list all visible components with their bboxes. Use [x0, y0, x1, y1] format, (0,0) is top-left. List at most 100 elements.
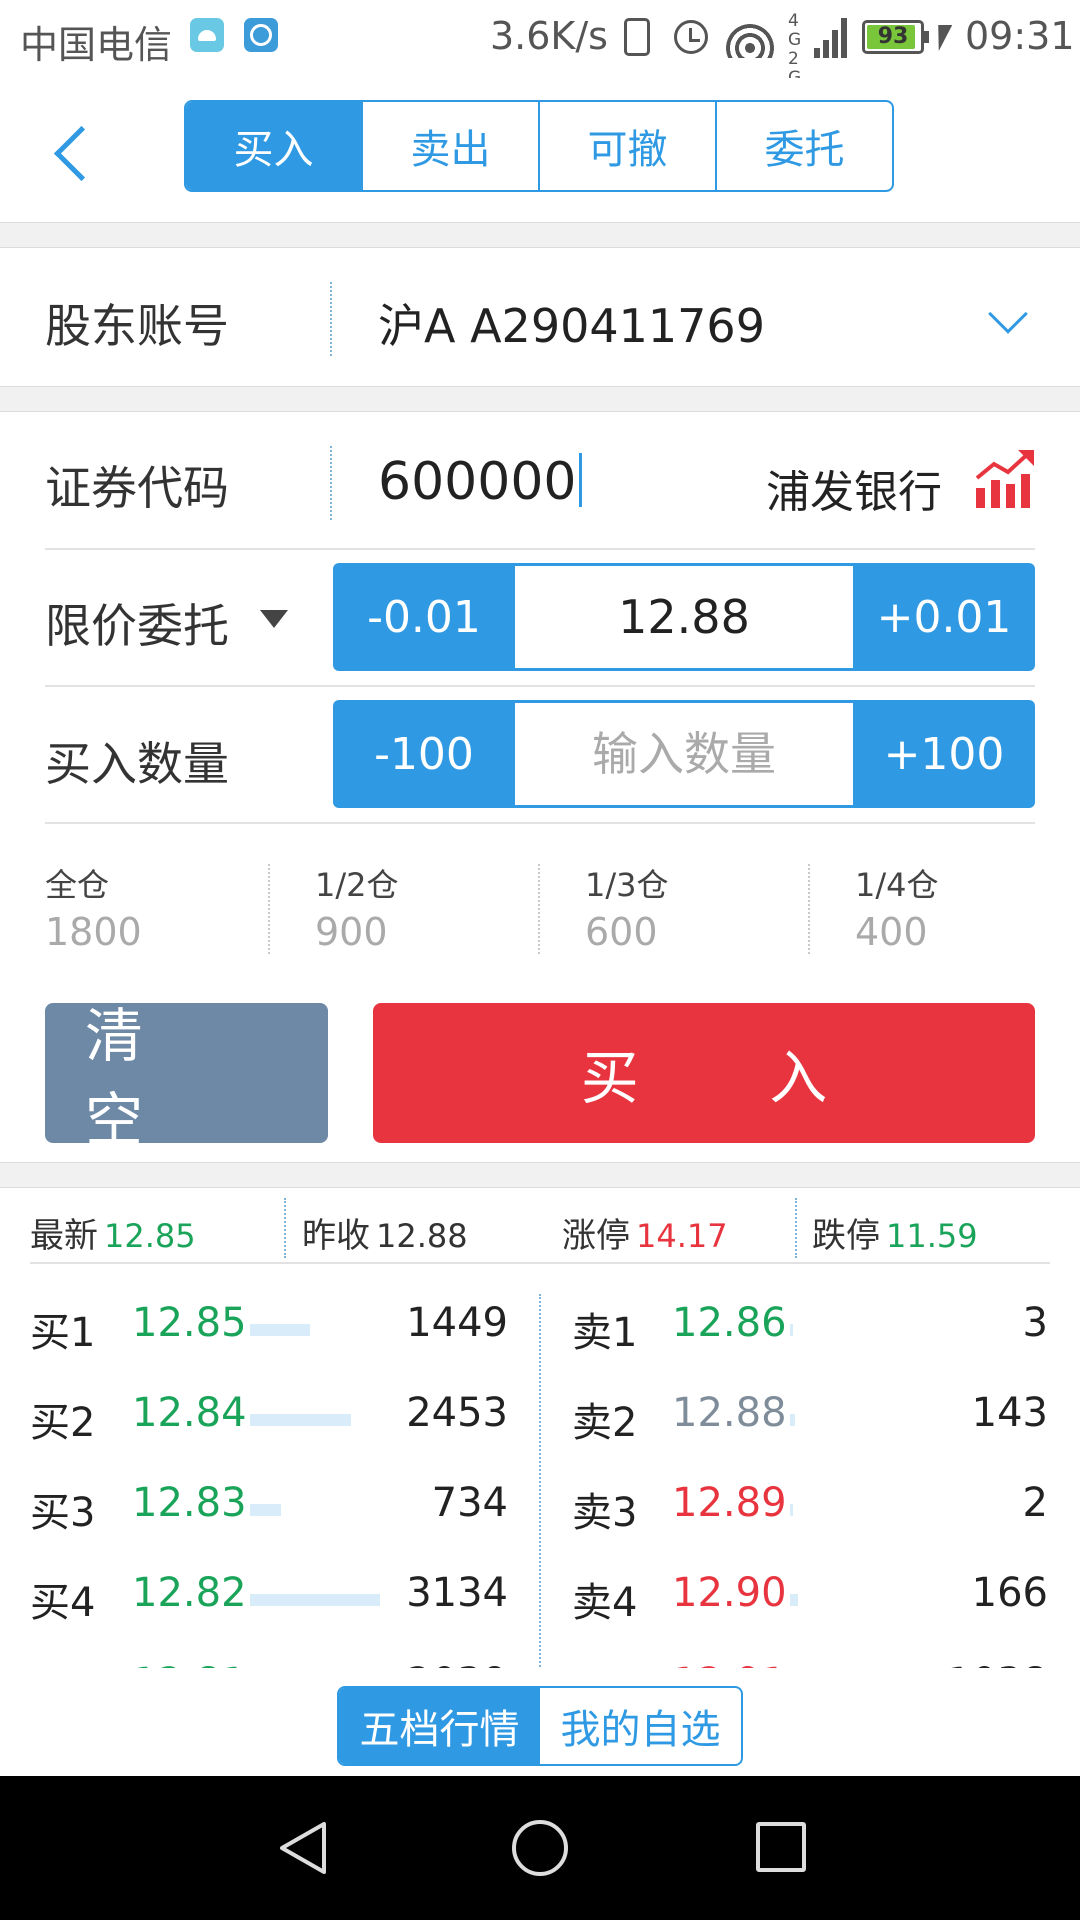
bid-price: 12.82 — [132, 1570, 247, 1616]
chevron-down-icon[interactable] — [988, 294, 1028, 334]
price-input[interactable]: 12.88 — [515, 566, 853, 668]
price-stepper: -0.01 12.88 +0.01 — [333, 563, 1035, 671]
security-code-text: 600000 — [378, 452, 577, 512]
limit-up: 涨停 14.17 — [562, 1208, 728, 1257]
nav-recent-icon[interactable] — [756, 1822, 806, 1872]
latest-price: 最新 12.85 — [30, 1208, 196, 1257]
prev-close-value: 12.88 — [376, 1217, 468, 1255]
position-value: 1800 — [45, 910, 142, 954]
position-third[interactable]: 1/3仓 600 — [585, 860, 855, 960]
book-row: 买4 12.82 3134 卖4 12.90 166 — [0, 1550, 1080, 1640]
bid-volume: 734 — [431, 1480, 508, 1526]
limit-down-value: 11.59 — [886, 1217, 978, 1255]
battery-icon: 93 — [862, 20, 929, 54]
account-label: 股东账号 — [45, 299, 229, 353]
price-minus-button[interactable]: -0.01 — [333, 563, 515, 671]
bid-price: 12.81 — [132, 1660, 247, 1668]
position-value: 400 — [855, 910, 928, 954]
quote-summary: 最新 12.85 昨收 12.88 涨停 14.17 跌停 11.59 — [0, 1188, 1080, 1268]
bid-price: 12.85 — [132, 1300, 247, 1346]
bottom-tabs: 五档行情 我的自选 — [337, 1686, 743, 1766]
divider — [45, 822, 1035, 824]
top-nav: 买入 卖出 可撤 委托 — [0, 78, 1080, 222]
clock: 09:31 — [965, 14, 1075, 58]
ask-volume: 143 — [971, 1390, 1048, 1436]
vibrate-icon — [624, 18, 650, 56]
ask-price: 12.86 — [672, 1300, 787, 1346]
divider — [808, 864, 810, 954]
security-code-input[interactable]: 600000 — [378, 452, 582, 512]
bid-price: 12.83 — [132, 1480, 247, 1526]
ask-volume-bar — [790, 1594, 798, 1606]
tab-order-book[interactable]: 五档行情 — [339, 1688, 540, 1764]
divider — [538, 864, 540, 954]
ask-volume: 2 — [1022, 1480, 1048, 1526]
ask-price: 12.91 — [672, 1660, 787, 1668]
limit-down: 跌停 11.59 — [812, 1208, 978, 1257]
position-quarter[interactable]: 1/4仓 400 — [855, 860, 1080, 960]
latest-label: 最新 — [30, 1216, 98, 1256]
quantity-input[interactable] — [515, 727, 853, 781]
bid-volume: 2453 — [406, 1390, 508, 1436]
ask-price: 12.89 — [672, 1480, 787, 1526]
android-notification-icon — [190, 18, 224, 52]
position-half[interactable]: 1/2仓 900 — [315, 860, 585, 960]
position-label: 1/4仓 — [855, 866, 939, 904]
text-caret — [578, 453, 582, 507]
ask-volume: 166 — [971, 1570, 1048, 1616]
security-label: 证券代码 — [45, 461, 229, 515]
back-icon[interactable] — [44, 120, 94, 184]
position-label: 1/3仓 — [585, 866, 669, 904]
charging-icon — [931, 25, 953, 51]
latest-value: 12.85 — [104, 1217, 196, 1255]
ask-volume: 3 — [1022, 1300, 1048, 1346]
status-bar: 中国电信 3.6K/s 4G 2G 93 09:31 — [0, 0, 1080, 88]
tab-watchlist[interactable]: 我的自选 — [540, 1688, 741, 1764]
ask-label: 卖2 — [572, 1400, 638, 1446]
quantity-plus-button[interactable]: +100 — [853, 700, 1035, 808]
bid-volume: 3134 — [406, 1570, 508, 1616]
wifi-icon — [726, 18, 774, 58]
prev-close: 昨收 12.88 — [302, 1208, 468, 1257]
price-plus-button[interactable]: +0.01 — [853, 563, 1035, 671]
tab-sell[interactable]: 卖出 — [361, 102, 538, 190]
ask-label: 卖1 — [572, 1310, 638, 1356]
app-notification-icon — [244, 18, 278, 52]
bid-volume-bar — [250, 1414, 351, 1426]
divider — [268, 864, 270, 954]
prev-close-label: 昨收 — [302, 1216, 370, 1256]
tab-cancelable[interactable]: 可撤 — [538, 102, 715, 190]
quantity-field[interactable] — [515, 703, 853, 805]
bid-label: 买3 — [30, 1490, 96, 1536]
network-type: 4G 2G — [788, 11, 802, 88]
bid-label: 买2 — [30, 1400, 96, 1446]
quantity-minus-button[interactable]: -100 — [333, 700, 515, 808]
chart-icon[interactable] — [974, 448, 1036, 510]
divider — [795, 1198, 797, 1258]
triangle-down-icon[interactable] — [260, 610, 288, 628]
clear-button[interactable]: 清 空 — [45, 1002, 328, 1154]
ask-volume-bar — [790, 1324, 793, 1336]
nav-back-icon[interactable] — [276, 1820, 332, 1876]
tab-orders[interactable]: 委托 — [715, 102, 892, 190]
position-full[interactable]: 全仓 1800 — [45, 860, 315, 960]
nav-home-icon[interactable] — [512, 1820, 568, 1876]
order-type-selector[interactable]: 限价委托 — [45, 590, 229, 656]
ask-volume-bar — [790, 1504, 793, 1516]
book-row: 买2 12.84 2453 卖2 12.88 143 — [0, 1370, 1080, 1460]
bid-label: 买4 — [30, 1580, 96, 1626]
section-gap — [0, 386, 1080, 412]
tab-buy[interactable]: 买入 — [186, 102, 361, 190]
bid-volume: 2039 — [348, 1660, 508, 1668]
account-value: 沪A A290411769 — [378, 299, 765, 353]
position-value: 600 — [585, 910, 658, 954]
quantity-label: 买入数量 — [45, 737, 229, 791]
buy-button[interactable]: 买 入 — [373, 1003, 1035, 1143]
divider — [30, 1262, 1050, 1264]
book-row: 买5 12.81 2039 卖5 12.91 1038 — [0, 1640, 1080, 1668]
bid-volume-bar — [250, 1504, 281, 1516]
carrier-label: 中国电信 — [20, 23, 173, 67]
ask-volume: 1038 — [888, 1660, 1048, 1668]
system-nav-bar — [0, 1776, 1080, 1920]
ask-price: 12.88 — [672, 1390, 787, 1436]
